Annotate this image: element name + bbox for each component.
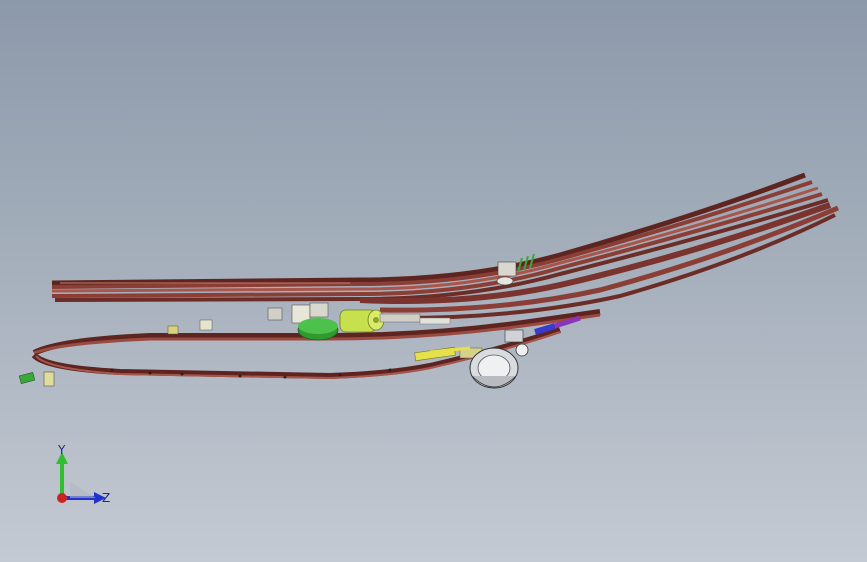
left-end-connectors[interactable] xyxy=(18,371,55,387)
xy-plane-icon xyxy=(70,482,96,498)
round-connector-housing[interactable] xyxy=(469,329,529,389)
coordinate-triad: Y Z xyxy=(56,443,110,505)
middle-harness-bundle[interactable] xyxy=(359,202,839,320)
cad-viewport[interactable]: Y Z xyxy=(0,0,867,562)
x-axis-origin-icon xyxy=(57,493,67,503)
upper-harness-bundle[interactable] xyxy=(51,172,829,302)
y-axis-label: Y xyxy=(57,443,66,457)
z-axis-label: Z xyxy=(102,491,110,505)
wire-harness-model[interactable] xyxy=(0,0,867,562)
